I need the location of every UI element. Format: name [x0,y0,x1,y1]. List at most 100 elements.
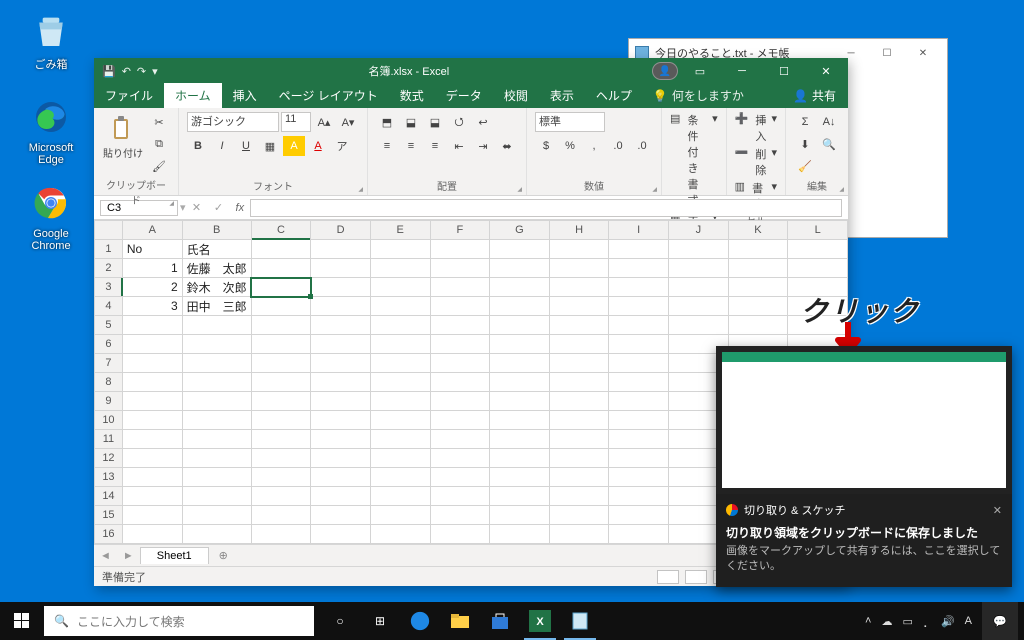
cell[interactable] [182,411,251,430]
cell[interactable] [182,430,251,449]
cell[interactable] [609,525,669,544]
excel-titlebar[interactable]: 💾 ↶ ↷ ▾ 名簿.xlsx - Excel 👤 ▭ ─ ☐ ✕ [94,58,848,84]
cell[interactable] [430,240,490,259]
cell[interactable] [430,354,490,373]
cell[interactable] [251,411,311,430]
cell[interactable] [490,449,550,468]
phonetic-icon[interactable]: ア [331,136,353,156]
cell[interactable] [430,297,490,316]
cell[interactable] [430,392,490,411]
cell[interactable] [430,430,490,449]
cell[interactable] [669,259,729,278]
view-pagelayout-icon[interactable] [685,570,707,584]
cell[interactable] [549,506,609,525]
cell[interactable] [182,316,251,335]
cell[interactable] [122,392,182,411]
font-size-combo[interactable]: 11 [281,112,311,132]
cell[interactable] [122,373,182,392]
row-header[interactable]: 15 [95,506,123,525]
wrap-text-icon[interactable]: ↩ [472,112,494,132]
cell[interactable] [549,297,609,316]
clear-icon[interactable]: 🧹 [794,156,816,176]
cell[interactable] [182,373,251,392]
align-top-icon[interactable]: ⬒ [376,112,398,132]
cell[interactable] [122,430,182,449]
cell[interactable] [490,259,550,278]
row-header[interactable]: 12 [95,449,123,468]
cell[interactable] [728,297,788,316]
cell[interactable] [549,259,609,278]
orientation-icon[interactable]: ⭯ [448,112,470,132]
ribbon-options-icon[interactable]: ▭ [680,58,720,84]
cell[interactable] [490,240,550,259]
onedrive-icon[interactable]: ☁ [881,615,892,628]
col-header[interactable]: G [490,221,550,240]
cell[interactable] [311,468,371,487]
cell[interactable] [251,487,311,506]
cell[interactable]: 田中 三郎 [182,297,251,316]
cell[interactable] [430,259,490,278]
cell[interactable] [122,487,182,506]
ime-icon[interactable]: A [965,615,972,627]
cell[interactable] [430,506,490,525]
cell[interactable] [609,449,669,468]
col-header[interactable]: A [122,221,182,240]
col-header[interactable]: K [728,221,788,240]
cell[interactable] [251,392,311,411]
cell[interactable] [490,354,550,373]
cell[interactable] [609,392,669,411]
cell[interactable] [370,468,430,487]
cell[interactable] [728,316,788,335]
taskbar-explorer-icon[interactable] [440,602,480,640]
border-icon[interactable]: ▦ [259,136,281,156]
cell[interactable] [430,525,490,544]
col-header[interactable]: C [251,221,311,240]
volume-icon[interactable]: 🔊 [941,615,955,628]
cut-icon[interactable]: ✂ [148,112,170,132]
cell[interactable] [311,354,371,373]
cell[interactable] [549,392,609,411]
italic-icon[interactable]: I [211,136,233,156]
cell[interactable] [182,468,251,487]
cell[interactable] [251,373,311,392]
cell[interactable] [311,430,371,449]
cell[interactable] [609,278,669,297]
undo-icon[interactable]: ↶ [122,65,131,78]
cell[interactable] [182,525,251,544]
find-icon[interactable]: 🔍 [818,134,840,154]
cell[interactable] [430,278,490,297]
tab-view[interactable]: 表示 [539,83,585,108]
cell[interactable] [370,525,430,544]
cell[interactable]: 佐藤 太郎 [182,259,251,278]
maximize-button[interactable]: ☐ [764,58,804,84]
format-painter-icon[interactable]: 🖌 [148,156,170,176]
taskbar-edge-icon[interactable] [400,602,440,640]
cell[interactable] [490,525,550,544]
cell[interactable] [251,240,311,259]
cell[interactable]: 2 [122,278,182,297]
cell[interactable] [251,278,311,297]
cell[interactable] [549,468,609,487]
col-header[interactable]: F [430,221,490,240]
decrease-decimal-icon[interactable]: .0 [631,136,653,156]
cell[interactable] [549,411,609,430]
underline-icon[interactable]: U [235,136,257,156]
cell[interactable] [609,430,669,449]
fx-icon[interactable]: fx [230,202,251,214]
cell[interactable] [549,430,609,449]
cell[interactable] [370,411,430,430]
conditional-format-button[interactable]: ▤ 条件付き書式 ▾ [670,112,718,208]
cell[interactable] [182,449,251,468]
col-header[interactable]: L [788,221,848,240]
align-middle-icon[interactable]: ⬓ [400,112,422,132]
col-header[interactable]: I [609,221,669,240]
cell[interactable] [490,316,550,335]
merge-icon[interactable]: ⬌ [496,136,518,156]
cell[interactable] [788,240,848,259]
cell[interactable] [490,430,550,449]
currency-icon[interactable]: $ [535,136,557,156]
cell[interactable] [430,487,490,506]
row-header[interactable]: 8 [95,373,123,392]
cell[interactable] [490,335,550,354]
cell[interactable] [251,297,311,316]
